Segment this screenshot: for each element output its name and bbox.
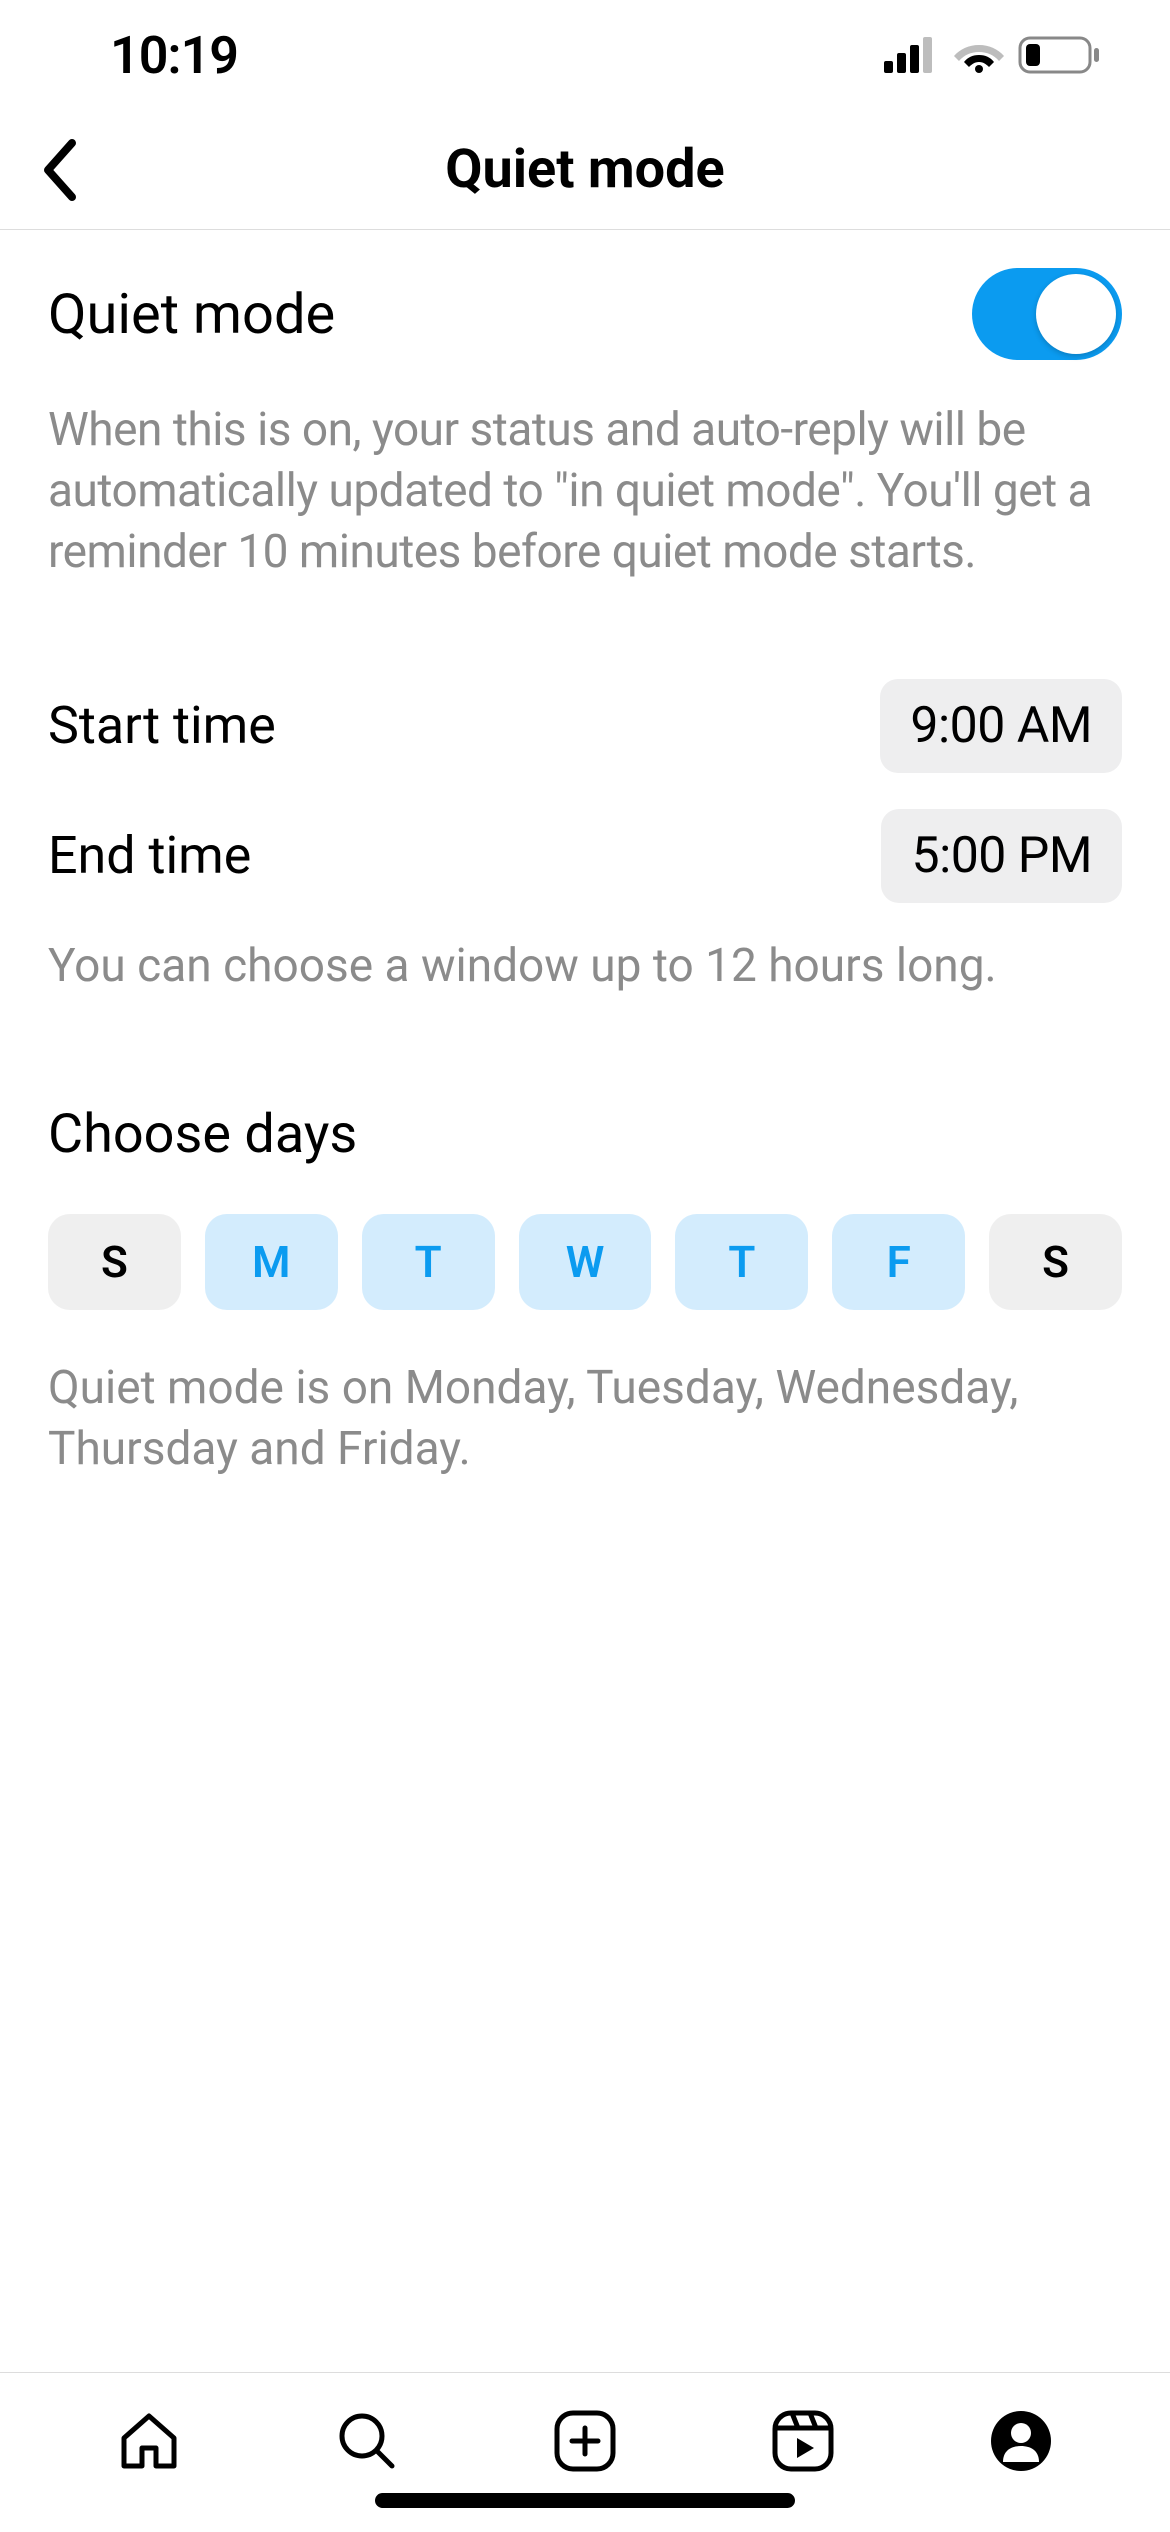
profile-icon xyxy=(988,2408,1054,2474)
quiet-mode-label: Quiet mode xyxy=(48,281,335,347)
cellular-icon xyxy=(884,37,940,73)
status-time: 10:19 xyxy=(110,25,238,86)
status-bar: 10:19 xyxy=(0,0,1170,110)
end-time-label: End time xyxy=(48,825,251,886)
quiet-mode-description: When this is on, your status and auto-re… xyxy=(48,400,1122,584)
battery-icon xyxy=(1018,36,1100,74)
days-summary: Quiet mode is on Monday, Tuesday, Wednes… xyxy=(48,1358,1122,1480)
end-time-button[interactable]: 5:00 PM xyxy=(881,809,1122,903)
chevron-left-icon xyxy=(42,139,78,201)
back-button[interactable] xyxy=(30,140,90,200)
day-button-0[interactable]: S xyxy=(48,1214,181,1310)
time-section: Start time 9:00 AM End time 5:00 PM You … xyxy=(48,679,1122,993)
day-button-6[interactable]: S xyxy=(989,1214,1122,1310)
choose-days-title: Choose days xyxy=(48,1103,1122,1166)
tab-reels[interactable] xyxy=(763,2401,843,2481)
tab-bar xyxy=(0,2372,1170,2532)
day-button-2[interactable]: T xyxy=(362,1214,495,1310)
start-time-row: Start time 9:00 AM xyxy=(48,679,1122,773)
end-time-row: End time 5:00 PM xyxy=(48,809,1122,903)
home-indicator[interactable] xyxy=(375,2493,795,2508)
status-icons xyxy=(884,36,1100,74)
choose-days-section: Choose days SMTWTFS Quiet mode is on Mon… xyxy=(48,1103,1122,1480)
day-button-1[interactable]: M xyxy=(205,1214,338,1310)
search-icon xyxy=(332,2406,402,2476)
quiet-mode-row: Quiet mode xyxy=(48,268,1122,360)
day-button-4[interactable]: T xyxy=(675,1214,808,1310)
toggle-knob xyxy=(1036,274,1116,354)
days-grid: SMTWTFS xyxy=(48,1214,1122,1310)
nav-bar: Quiet mode xyxy=(0,110,1170,230)
reels-icon xyxy=(770,2408,836,2474)
home-icon xyxy=(114,2406,184,2476)
plus-square-icon xyxy=(552,2408,618,2474)
page-title: Quiet mode xyxy=(0,138,1170,201)
tab-create[interactable] xyxy=(545,2401,625,2481)
wifi-icon xyxy=(954,37,1004,73)
day-button-5[interactable]: F xyxy=(832,1214,965,1310)
day-button-3[interactable]: W xyxy=(519,1214,652,1310)
start-time-button[interactable]: 9:00 AM xyxy=(880,679,1122,773)
start-time-label: Start time xyxy=(48,695,276,756)
tab-search[interactable] xyxy=(327,2401,407,2481)
tab-home[interactable] xyxy=(109,2401,189,2481)
tab-profile[interactable] xyxy=(981,2401,1061,2481)
quiet-mode-toggle[interactable] xyxy=(972,268,1122,360)
time-window-hint: You can choose a window up to 12 hours l… xyxy=(48,939,1122,993)
content: Quiet mode When this is on, your status … xyxy=(0,230,1170,1480)
